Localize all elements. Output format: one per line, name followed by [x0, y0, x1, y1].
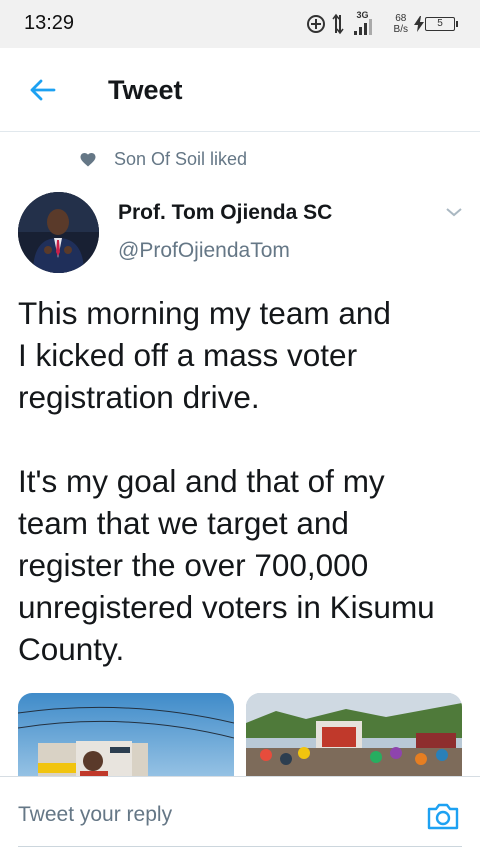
- author-handle[interactable]: @ProfOjiendaTom: [118, 239, 290, 263]
- tweet-line: register the over 700,000: [18, 547, 369, 583]
- network-speed: 68 B/s: [394, 13, 408, 35]
- tweet-line: unregistered voters in Kisumu: [18, 589, 435, 625]
- tweet-line: County.: [18, 631, 125, 667]
- liked-by-text[interactable]: Son Of Soil liked: [114, 149, 247, 170]
- tweet-line: I kicked off a mass voter: [18, 337, 358, 373]
- data-saver-icon: [306, 14, 326, 34]
- tweet-line: team that we target and: [18, 505, 349, 541]
- speed-value: 68: [395, 13, 407, 24]
- arrow-left-icon: [30, 79, 56, 101]
- author-name[interactable]: Prof. Tom Ojienda SC: [118, 201, 332, 225]
- avatar[interactable]: [18, 192, 99, 273]
- status-time: 13:29: [24, 12, 75, 34]
- back-button[interactable]: [28, 78, 56, 102]
- tweet-line: This morning my team and: [18, 295, 391, 331]
- status-icons: 3G 68 B/s 5: [306, 10, 458, 38]
- status-bar: 13:29 3G 68 B/s 5: [0, 0, 480, 48]
- camera-icon: [427, 803, 459, 830]
- signal-arrows-icon: [331, 13, 344, 35]
- battery-indicator: 5: [414, 16, 458, 32]
- tweet-line: registration drive.: [18, 379, 260, 415]
- heart-icon: [80, 152, 96, 168]
- social-context: Son Of Soil liked: [80, 149, 247, 170]
- reply-bar: Tweet your reply: [0, 776, 480, 854]
- app-header: Tweet: [0, 48, 480, 132]
- battery-icon: 5: [425, 17, 455, 31]
- tweet-menu-button[interactable]: [444, 204, 464, 220]
- speed-unit: B/s: [393, 24, 408, 35]
- tweet-text: This morning my team and I kicked off a …: [18, 292, 468, 670]
- signal-bars-icon: 3G: [350, 10, 388, 38]
- tweet-line: It's my goal and that of my: [18, 463, 385, 499]
- camera-button[interactable]: [426, 801, 460, 831]
- charging-icon: [414, 16, 424, 32]
- reply-input[interactable]: Tweet your reply: [18, 803, 172, 827]
- page-title: Tweet: [108, 75, 183, 105]
- tweet-photo-2[interactable]: [246, 693, 462, 783]
- chevron-down-icon: [446, 208, 462, 217]
- tweet-photo-1[interactable]: [18, 693, 234, 783]
